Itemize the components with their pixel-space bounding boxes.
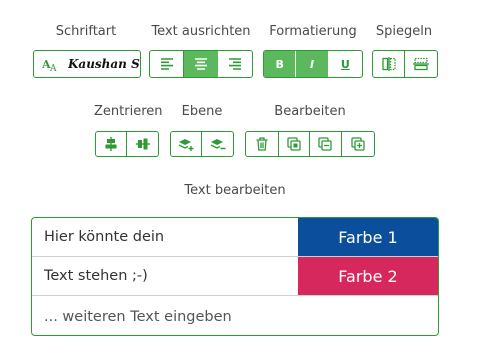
edit-group [245,131,375,157]
color-1-button[interactable]: Farbe 1 [298,218,438,256]
align-horizontal-center-icon [105,137,117,151]
new-text-row: ... weiteren Text eingeben [32,296,438,335]
font-icon: AA [42,56,62,72]
align-right-button[interactable] [219,51,252,77]
align-center-icon [194,58,207,70]
duplicate-icon [287,137,301,151]
add-line-button[interactable] [342,132,374,156]
delete-button[interactable] [246,132,279,156]
format-group: B I U [263,50,363,78]
align-vertical-center-icon [135,138,150,150]
layer-up-button[interactable] [171,132,203,156]
text-line-row: Hier könnte dein Farbe 1 [32,218,438,257]
svg-text:A: A [49,64,57,72]
text-line-row: Text stehen ;-) Farbe 2 [32,257,438,296]
center-label: Zentrieren [94,104,163,119]
mirror-group [372,50,438,78]
flip-vertical-icon [413,57,429,71]
format-label: Formatierung [269,24,357,39]
center-group [95,131,159,157]
font-value: Kaushan Script [68,57,140,71]
font-selector[interactable]: AA Kaushan Script [33,50,141,78]
new-text-input[interactable]: ... weiteren Text eingeben [44,296,232,335]
italic-button[interactable]: I [296,51,329,77]
layer-label: Ebene [181,104,223,119]
layer-up-icon [178,139,194,151]
mirror-horizontal-button[interactable] [373,51,406,77]
layer-down-button[interactable] [202,132,233,156]
layer-group [170,131,234,157]
mirror-vertical-button[interactable] [405,51,437,77]
font-label: Schriftart [55,24,117,39]
align-left-button[interactable] [150,51,185,77]
text-line-input[interactable]: Hier könnte dein [44,218,164,256]
align-center-button[interactable] [184,51,219,77]
copy-minus-icon [318,137,332,151]
text-line-input[interactable]: Text stehen ;-) [44,257,148,295]
align-left-icon [160,58,173,70]
remove-line-button[interactable] [310,132,342,156]
duplicate-button[interactable] [279,132,311,156]
flip-horizontal-icon [381,57,396,71]
text-editor-panel: Hier könnte dein Farbe 1 Text stehen ;-)… [31,217,439,336]
text-editor-heading: Text bearbeiten [184,183,286,198]
center-vertical-button[interactable] [127,132,158,156]
layer-down-icon [210,139,225,150]
color-2-button[interactable]: Farbe 2 [298,257,438,295]
copy-plus-icon [351,137,365,151]
align-label: Text ausrichten [151,24,251,39]
align-group [149,50,253,78]
underline-button[interactable]: U [329,51,362,77]
edit-label: Bearbeiten [274,104,346,119]
mirror-label: Spiegeln [375,24,433,39]
trash-icon [256,137,268,151]
align-right-icon [229,58,242,70]
bold-button[interactable]: B [264,51,297,77]
center-horizontal-button[interactable] [96,132,128,156]
